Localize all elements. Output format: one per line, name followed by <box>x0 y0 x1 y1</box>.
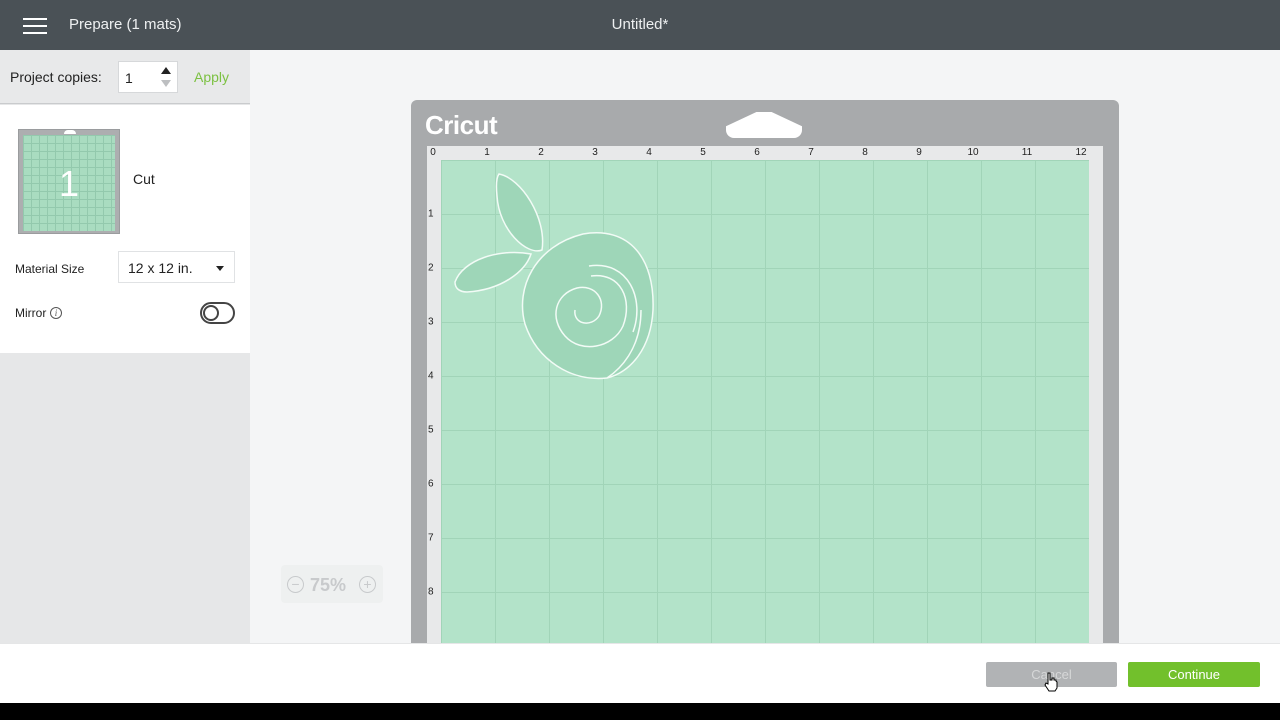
project-copies-bar: Project copies: 1 Apply <box>0 50 250 104</box>
stepper-up-icon[interactable] <box>161 67 171 74</box>
ruler-tick-y: 3 <box>428 316 434 328</box>
project-copies-value: 1 <box>125 70 133 86</box>
ruler-top <box>427 146 1103 160</box>
document-title: Untitled* <box>611 16 669 33</box>
ruler-right <box>1089 160 1103 643</box>
zoom-control: − 75% + <box>281 565 383 603</box>
project-copies-label: Project copies: <box>10 69 102 85</box>
apply-button[interactable]: Apply <box>194 69 229 85</box>
caret-down-icon <box>216 266 224 271</box>
mat-thumbnail[interactable]: 1 <box>18 129 120 234</box>
ruler-tick-x: 6 <box>754 147 760 158</box>
material-size-label: Material Size <box>15 262 85 276</box>
material-size-value: 12 x 12 in. <box>128 260 193 276</box>
zoom-out-icon[interactable]: − <box>287 576 304 593</box>
mirror-label: Mirror <box>15 306 47 320</box>
ruler-tick-y: 8 <box>428 586 434 598</box>
mat-grid <box>441 160 1089 643</box>
info-icon[interactable]: i <box>50 307 62 319</box>
zoom-level: 75% <box>310 575 347 595</box>
ruler-tick-y: 5 <box>428 424 434 436</box>
mat-thumbnail-grid: 1 <box>23 135 115 231</box>
sidebar: Project copies: 1 Apply 1 Cut Material S… <box>0 50 250 643</box>
ruler-tick-x: 0 <box>430 147 436 158</box>
continue-button[interactable]: Continue <box>1128 662 1260 687</box>
ruler-tick-x: 2 <box>538 147 544 158</box>
ruler-tick-y: 6 <box>428 478 434 490</box>
project-copies-input[interactable]: 1 <box>118 61 178 93</box>
ruler-tick-x: 1 <box>484 147 490 158</box>
ruler-tick-x: 8 <box>862 147 868 158</box>
ruler-tick-y: 1 <box>428 208 434 220</box>
ruler-tick-x: 3 <box>592 147 598 158</box>
hand-cursor-icon <box>1044 672 1058 692</box>
zoom-in-icon[interactable]: + <box>359 576 376 593</box>
rose-design[interactable] <box>441 160 1089 643</box>
mat-canvas-area: Cricut 0 1 2 3 4 5 6 7 8 9 10 11 12 12345678 <box>250 50 1280 643</box>
ruler-tick-x: 12 <box>1075 147 1087 158</box>
ruler-tick-x: 4 <box>646 147 652 158</box>
ruler-tick-y: 4 <box>428 370 434 382</box>
ruler-tick-y: 7 <box>428 532 434 544</box>
ruler-tick-x: 9 <box>916 147 922 158</box>
cricut-logo: Cricut <box>425 110 498 140</box>
stepper-down-icon[interactable] <box>161 80 171 87</box>
mat-panel: 1 Cut Material Size 12 x 12 in. Mirror i <box>0 105 250 353</box>
cricut-prepare-window: Prepare (1 mats) Untitled* Project copie… <box>0 0 1280 703</box>
mat-loading-tab <box>726 112 802 138</box>
footer-bar: Cancel Continue <box>0 643 1280 703</box>
mirror-toggle[interactable] <box>200 302 235 324</box>
ruler-left <box>427 146 441 643</box>
ruler-tick-x: 5 <box>700 147 706 158</box>
ruler-tick-x: 11 <box>1021 147 1033 158</box>
ruler-tick-y: 2 <box>428 262 434 274</box>
header-bar: Prepare (1 mats) Untitled* <box>0 0 1280 50</box>
mat-thumbnail-notch <box>64 130 76 134</box>
ruler-tick-x: 7 <box>808 147 814 158</box>
material-size-dropdown[interactable]: 12 x 12 in. <box>118 251 235 283</box>
ruler-tick-x: 10 <box>967 147 979 158</box>
mat-number: 1 <box>58 163 80 204</box>
toggle-knob <box>203 305 219 321</box>
mat-operation-label: Cut <box>133 171 155 187</box>
cutting-mat: Cricut 0 1 2 3 4 5 6 7 8 9 10 11 12 12345678 <box>411 100 1119 643</box>
